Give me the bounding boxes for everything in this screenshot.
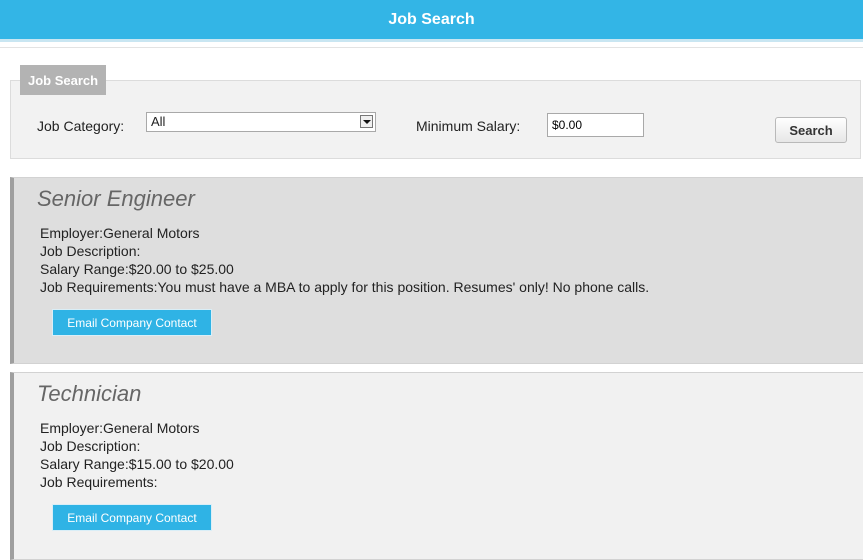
job-category-label: Job Category:	[37, 118, 125, 134]
job-card: Senior Engineer Employer:General Motors …	[10, 177, 863, 364]
job-salary-range: Salary Range:$15.00 to $20.00	[40, 456, 234, 472]
email-company-contact-button[interactable]: Email Company Contact	[52, 504, 212, 531]
chevron-down-icon[interactable]	[360, 115, 373, 128]
minimum-salary-input[interactable]	[547, 113, 644, 137]
job-category-value: All	[151, 114, 166, 129]
minimum-salary-label: Minimum Salary:	[416, 118, 521, 134]
header-divider	[0, 42, 863, 48]
job-title: Technician	[37, 381, 142, 406]
job-requirements: Job Requirements:You must have a MBA to …	[40, 279, 650, 295]
job-description: Job Description:	[40, 438, 141, 454]
job-requirements: Job Requirements:	[40, 474, 158, 490]
email-company-contact-button[interactable]: Email Company Contact	[52, 309, 212, 336]
job-description: Job Description:	[40, 243, 141, 259]
job-card: Technician Employer:General Motors Job D…	[10, 372, 863, 560]
search-button[interactable]: Search	[775, 117, 847, 143]
job-employer: Employer:General Motors	[40, 420, 200, 436]
job-title: Senior Engineer	[37, 186, 195, 211]
job-category-select[interactable]: All	[146, 112, 376, 132]
search-panel-tab: Job Search	[20, 65, 107, 95]
app-header: Job Search	[0, 0, 863, 42]
job-employer: Employer:General Motors	[40, 225, 200, 241]
job-salary-range: Salary Range:$20.00 to $25.00	[40, 261, 234, 277]
search-panel-tab-label: Job Search	[28, 72, 99, 88]
page-title: Job Search	[388, 10, 475, 28]
